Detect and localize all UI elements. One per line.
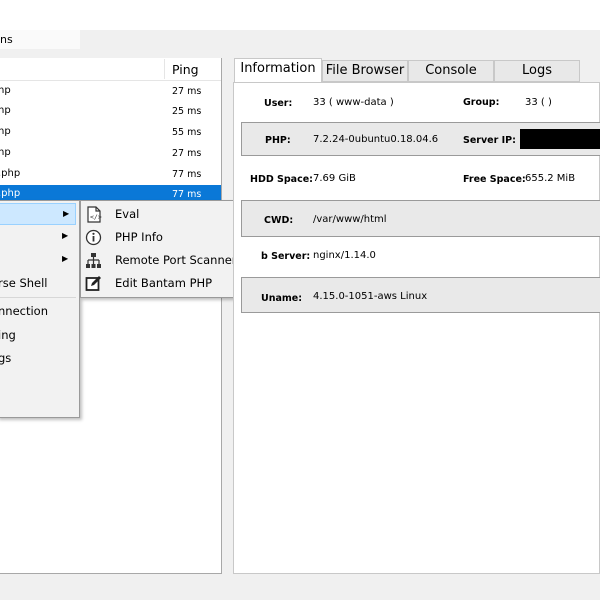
chevron-right-icon: ▶ bbox=[63, 209, 70, 218]
uname-value: 4.15.0-1051-aws Linux bbox=[313, 291, 428, 302]
context-menu-item-connection[interactable]: nnection bbox=[0, 300, 76, 322]
context-menu-item-ping[interactable]: ing bbox=[0, 324, 76, 346]
tab-information[interactable]: Information bbox=[234, 58, 322, 83]
php-label: PHP: bbox=[265, 135, 291, 146]
title-bar bbox=[0, 0, 600, 31]
context-menu-item-settings[interactable]: gs bbox=[0, 347, 76, 369]
menu-separator bbox=[0, 297, 76, 298]
tab-file-browser[interactable]: File Browser bbox=[322, 60, 408, 82]
column-divider[interactable] bbox=[164, 59, 165, 79]
network-tree-icon bbox=[85, 252, 102, 269]
web-server-label: b Server: bbox=[261, 251, 311, 262]
session-ping: 27 ms bbox=[172, 148, 202, 159]
context-menu-label: nnection bbox=[0, 304, 49, 318]
uname-label: Uname: bbox=[261, 293, 303, 304]
ping-column-header[interactable]: Ping bbox=[172, 62, 199, 77]
context-menu-item-submenu[interactable]: ▶ bbox=[0, 226, 76, 248]
submenu-label: Edit Bantam PHP bbox=[115, 276, 213, 290]
user-label: User: bbox=[264, 98, 293, 109]
cwd-row bbox=[241, 200, 600, 237]
user-value: 33 ( www-data ) bbox=[313, 97, 394, 108]
session-ping: 25 ms bbox=[172, 106, 202, 117]
menu-bar[interactable]: ns bbox=[0, 30, 80, 49]
session-ping: 77 ms bbox=[172, 189, 202, 200]
submenu-label: Remote Port Scanner bbox=[115, 253, 237, 267]
session-name: .php bbox=[0, 168, 21, 179]
session-name: np bbox=[0, 85, 11, 96]
server-ip-label: Server IP: bbox=[463, 135, 516, 146]
chevron-right-icon: ▶ bbox=[62, 254, 69, 263]
svg-text:</>: </> bbox=[90, 213, 102, 221]
tab-console[interactable]: Console bbox=[408, 60, 494, 82]
context-menu-label: gs bbox=[0, 351, 12, 365]
info-icon bbox=[85, 229, 102, 246]
free-space-label: Free Space: bbox=[463, 174, 526, 185]
session-name: np bbox=[0, 105, 11, 116]
session-name: np bbox=[0, 147, 11, 158]
code-file-icon: </> bbox=[85, 206, 102, 223]
cwd-value: /var/www/html bbox=[313, 214, 387, 225]
edit-icon bbox=[85, 275, 102, 292]
context-menu[interactable]: ▶ ▶ ▶ rse Shell nnection ing gs bbox=[0, 200, 80, 418]
context-menu-label: rse Shell bbox=[0, 276, 48, 290]
context-menu-item[interactable] bbox=[0, 370, 76, 392]
status-strip bbox=[0, 574, 600, 600]
context-menu-label: ing bbox=[0, 328, 16, 342]
session-ping: 77 ms bbox=[172, 169, 202, 180]
session-name: .php bbox=[0, 188, 21, 199]
chevron-right-icon: ▶ bbox=[62, 231, 69, 240]
session-row[interactable]: np 25 ms bbox=[0, 102, 221, 122]
session-ping: 27 ms bbox=[172, 86, 202, 97]
tab-bar: Information File Browser Console Logs bbox=[233, 58, 600, 83]
session-name: np bbox=[0, 126, 11, 137]
php-value: 7.2.24-0ubuntu0.18.04.6 bbox=[313, 134, 439, 145]
session-ping: 55 ms bbox=[172, 127, 202, 138]
session-row[interactable]: .php 77 ms bbox=[0, 165, 221, 185]
group-label: Group: bbox=[463, 97, 500, 108]
context-menu-item-submenu[interactable]: ▶ bbox=[0, 203, 76, 225]
session-row[interactable]: np 27 ms bbox=[0, 144, 221, 164]
hdd-space-value: 7.69 GiB bbox=[313, 173, 356, 184]
context-menu-item-reverse-shell[interactable]: rse Shell bbox=[0, 272, 76, 294]
session-row[interactable]: np 55 ms bbox=[0, 123, 221, 143]
free-space-value: 655.2 MiB bbox=[525, 173, 576, 184]
web-server-value: nginx/1.14.0 bbox=[313, 250, 376, 261]
group-value: 33 ( ) bbox=[525, 97, 552, 108]
session-row[interactable]: np 27 ms bbox=[0, 82, 221, 102]
hdd-space-label: HDD Space: bbox=[250, 174, 313, 185]
context-menu-item-submenu[interactable]: ▶ bbox=[0, 249, 76, 271]
menu-bar-empty bbox=[80, 30, 600, 49]
submenu-label: Eval bbox=[115, 207, 140, 221]
redacted-server-ip bbox=[520, 129, 600, 149]
cwd-label: CWD: bbox=[264, 215, 294, 226]
tab-logs[interactable]: Logs bbox=[494, 60, 580, 82]
menu-item-partial[interactable]: ns bbox=[0, 33, 13, 46]
submenu-label: PHP Info bbox=[115, 230, 163, 244]
